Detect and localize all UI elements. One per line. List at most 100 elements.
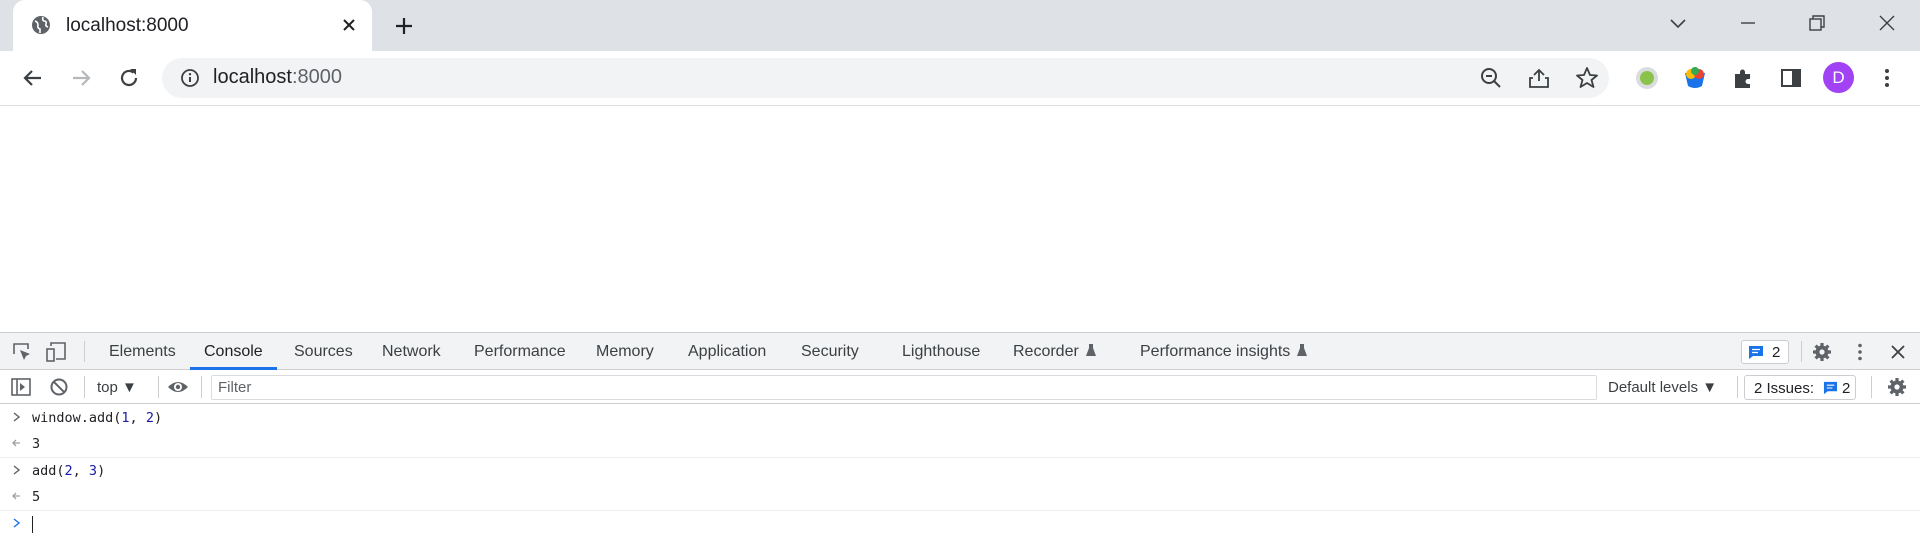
command-text: add(2, 3)	[32, 463, 105, 479]
toolbar-divider	[1737, 376, 1738, 398]
tab-recorder[interactable]: Recorder	[1013, 343, 1097, 361]
arg-number: 1	[121, 410, 130, 426]
text-caret	[32, 516, 33, 533]
side-panel-icon[interactable]	[1778, 65, 1804, 91]
messages-count: 2	[1772, 344, 1781, 361]
tab-strip: localhost:8000	[0, 0, 1920, 51]
console-prompt[interactable]	[0, 511, 1920, 537]
devtools-tab-bar: Elements Console Sources Network Perform…	[0, 333, 1920, 370]
close-tab-icon[interactable]	[339, 15, 359, 35]
clear-console-icon[interactable]	[48, 376, 70, 398]
toolbar-divider	[1801, 341, 1802, 362]
settings-gear-icon[interactable]	[1811, 341, 1833, 363]
tab-memory[interactable]: Memory	[596, 343, 654, 361]
url-text[interactable]: localhost:8000	[213, 66, 342, 89]
extension-color-icon[interactable]	[1682, 65, 1708, 91]
result-arrow-icon	[10, 489, 24, 503]
toolbar-divider	[84, 341, 85, 362]
message-icon	[1823, 381, 1838, 395]
tab-security[interactable]: Security	[801, 343, 859, 361]
kebab-menu-icon[interactable]	[1874, 65, 1900, 91]
console-settings-gear-icon[interactable]	[1886, 376, 1908, 398]
log-levels-value: Default levels	[1608, 379, 1699, 396]
close-window-icon[interactable]	[1875, 11, 1899, 35]
address-bar[interactable]	[162, 58, 1609, 98]
console-input-line[interactable]: add(2, 3)	[0, 458, 1920, 484]
command-code: add(	[32, 463, 65, 479]
console-input-line[interactable]: window.add(1, 2)	[0, 405, 1920, 431]
command-close: )	[153, 410, 163, 426]
page-viewport	[0, 107, 1920, 332]
sidebar-toggle-icon[interactable]	[10, 376, 32, 398]
browser-tab[interactable]: localhost:8000	[13, 0, 372, 51]
messages-badge[interactable]: 2	[1741, 340, 1789, 364]
devtools-panel: Elements Console Sources Network Perform…	[0, 332, 1920, 549]
url-port: :8000	[291, 66, 342, 88]
result-value: 5	[32, 489, 41, 505]
close-devtools-icon[interactable]	[1887, 341, 1909, 363]
toolbar-divider	[1871, 376, 1872, 398]
extensions-puzzle-icon[interactable]	[1730, 65, 1756, 91]
tab-performance-insights-label: Performance insights	[1140, 343, 1291, 360]
back-icon[interactable]	[20, 65, 46, 91]
tab-network[interactable]: Network	[382, 343, 441, 361]
profile-avatar[interactable]: D	[1823, 62, 1854, 93]
arg-separator: ,	[72, 463, 89, 479]
tab-title: localhost:8000	[66, 15, 189, 36]
tab-lighthouse[interactable]: Lighthouse	[902, 343, 980, 361]
tab-application[interactable]: Application	[688, 343, 766, 361]
tab-elements[interactable]: Elements	[109, 343, 176, 361]
command-code: window.add(	[32, 410, 122, 426]
message-icon	[1749, 346, 1763, 359]
issues-count: 2	[1842, 380, 1851, 397]
issues-badge[interactable]: 2 Issues: 2	[1744, 375, 1856, 400]
device-toolbar-icon[interactable]	[45, 341, 67, 363]
console-result-line: 5	[0, 484, 1920, 510]
inspect-element-icon[interactable]	[11, 341, 33, 363]
tab-performance-insights[interactable]: Performance insights	[1140, 343, 1308, 361]
new-tab-icon[interactable]	[392, 14, 416, 38]
arg-number: 2	[145, 410, 154, 426]
issues-label: 2 Issues:	[1754, 380, 1815, 397]
arg-separator: ,	[129, 410, 146, 426]
result-value: 3	[32, 436, 41, 452]
command-close: )	[97, 463, 106, 479]
toolbar-divider	[84, 376, 85, 398]
tab-recorder-label: Recorder	[1013, 343, 1079, 360]
live-expression-eye-icon[interactable]	[166, 376, 190, 398]
command-text: window.add(1, 2)	[32, 410, 162, 426]
toolbar-divider	[158, 376, 159, 398]
tab-console[interactable]: Console	[204, 343, 263, 361]
reload-icon[interactable]	[116, 65, 142, 91]
console-toolbar: top ▼ Default levels ▼ 2 Issues: 2	[0, 370, 1920, 404]
site-info-icon[interactable]	[180, 68, 200, 88]
tab-search-icon[interactable]	[1666, 11, 1690, 35]
extension-green-icon[interactable]	[1634, 65, 1660, 91]
prompt-chevron-icon	[10, 516, 24, 530]
bookmark-star-icon[interactable]	[1574, 65, 1600, 91]
experiment-flask-icon	[1297, 344, 1308, 356]
zoom-out-icon[interactable]	[1478, 65, 1504, 91]
toolbar-divider	[201, 376, 202, 398]
result-arrow-icon	[10, 436, 24, 450]
forward-icon[interactable]	[68, 65, 94, 91]
log-levels-dropdown[interactable]: Default levels ▼	[1608, 379, 1717, 396]
tab-sources[interactable]: Sources	[294, 343, 353, 361]
url-host: localhost	[213, 66, 292, 88]
globe-icon	[31, 15, 51, 35]
prompt-chevron-icon	[10, 463, 24, 477]
arg-number: 3	[88, 463, 98, 479]
tab-performance[interactable]: Performance	[474, 343, 566, 361]
share-icon[interactable]	[1526, 65, 1552, 91]
arg-number: 2	[64, 463, 73, 479]
context-value: top	[97, 379, 118, 396]
console-result-line: 3	[0, 431, 1920, 457]
dropdown-triangle-icon: ▼	[1702, 379, 1718, 396]
context-selector[interactable]: top ▼	[97, 379, 137, 396]
filter-input[interactable]	[211, 375, 1597, 400]
minimize-icon[interactable]	[1736, 11, 1760, 35]
restore-icon[interactable]	[1805, 11, 1829, 35]
prompt-chevron-icon	[10, 410, 24, 424]
more-options-icon[interactable]	[1849, 341, 1871, 363]
dropdown-triangle-icon: ▼	[122, 379, 137, 396]
